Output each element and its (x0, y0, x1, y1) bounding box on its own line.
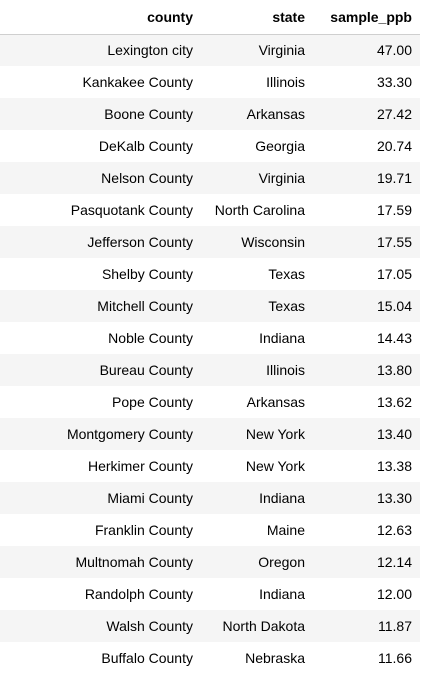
table-row: Bureau County Illinois 13.80 (0, 354, 420, 386)
dataframe-output: county state sample_ppb Lexington city Vi… (0, 2, 427, 674)
cell-sample-ppb: 11.87 (313, 610, 420, 642)
cell-sample-ppb: 33.30 (313, 66, 420, 98)
cell-county: Multnomah County (0, 546, 201, 578)
cell-sample-ppb: 20.74 (313, 130, 420, 162)
cell-county: Miami County (0, 482, 201, 514)
cell-sample-ppb: 13.62 (313, 386, 420, 418)
table-row: Pasquotank County North Carolina 17.59 (0, 194, 420, 226)
table-row: Multnomah County Oregon 12.14 (0, 546, 420, 578)
cell-county: Kankakee County (0, 66, 201, 98)
cell-county: DeKalb County (0, 130, 201, 162)
cell-county: Herkimer County (0, 450, 201, 482)
cell-state: Indiana (201, 578, 313, 610)
cell-state: Indiana (201, 482, 313, 514)
cell-sample-ppb: 13.30 (313, 482, 420, 514)
cell-state: North Dakota (201, 610, 313, 642)
table-header: county state sample_ppb (0, 2, 420, 35)
table-row: Mitchell County Texas 15.04 (0, 290, 420, 322)
column-header-state: state (201, 2, 313, 35)
cell-state: Arkansas (201, 386, 313, 418)
cell-county: Jefferson County (0, 226, 201, 258)
cell-state: New York (201, 418, 313, 450)
cell-state: Nebraska (201, 642, 313, 674)
cell-sample-ppb: 27.42 (313, 98, 420, 130)
cell-sample-ppb: 17.55 (313, 226, 420, 258)
cell-state: Maine (201, 514, 313, 546)
cell-sample-ppb: 47.00 (313, 34, 420, 66)
cell-state: Arkansas (201, 98, 313, 130)
cell-state: North Carolina (201, 194, 313, 226)
cell-county: Lexington city (0, 34, 201, 66)
table-row: Herkimer County New York 13.38 (0, 450, 420, 482)
table-row: Franklin County Maine 12.63 (0, 514, 420, 546)
table-row: Boone County Arkansas 27.42 (0, 98, 420, 130)
table-row: Jefferson County Wisconsin 17.55 (0, 226, 420, 258)
cell-sample-ppb: 13.40 (313, 418, 420, 450)
cell-sample-ppb: 13.38 (313, 450, 420, 482)
cell-county: Buffalo County (0, 642, 201, 674)
cell-state: Virginia (201, 34, 313, 66)
cell-county: Bureau County (0, 354, 201, 386)
cell-county: Nelson County (0, 162, 201, 194)
cell-sample-ppb: 12.14 (313, 546, 420, 578)
cell-sample-ppb: 11.66 (313, 642, 420, 674)
table-row: Lexington city Virginia 47.00 (0, 34, 420, 66)
cell-county: Montgomery County (0, 418, 201, 450)
column-header-county: county (0, 2, 201, 35)
cell-state: New York (201, 450, 313, 482)
cell-county: Shelby County (0, 258, 201, 290)
cell-sample-ppb: 12.00 (313, 578, 420, 610)
table-row: DeKalb County Georgia 20.74 (0, 130, 420, 162)
cell-county: Pope County (0, 386, 201, 418)
cell-county: Noble County (0, 322, 201, 354)
cell-state: Oregon (201, 546, 313, 578)
data-table: county state sample_ppb Lexington city Vi… (0, 2, 420, 674)
table-row: Miami County Indiana 13.30 (0, 482, 420, 514)
cell-state: Texas (201, 290, 313, 322)
table-row: Walsh County North Dakota 11.87 (0, 610, 420, 642)
table-row: Noble County Indiana 14.43 (0, 322, 420, 354)
cell-sample-ppb: 14.43 (313, 322, 420, 354)
cell-state: Georgia (201, 130, 313, 162)
cell-sample-ppb: 19.71 (313, 162, 420, 194)
cell-sample-ppb: 12.63 (313, 514, 420, 546)
cell-state: Wisconsin (201, 226, 313, 258)
cell-sample-ppb: 17.05 (313, 258, 420, 290)
cell-state: Virginia (201, 162, 313, 194)
cell-county: Mitchell County (0, 290, 201, 322)
cell-sample-ppb: 15.04 (313, 290, 420, 322)
table-row: Randolph County Indiana 12.00 (0, 578, 420, 610)
table-row: Nelson County Virginia 19.71 (0, 162, 420, 194)
cell-state: Illinois (201, 354, 313, 386)
cell-state: Illinois (201, 66, 313, 98)
table-body: Lexington city Virginia 47.00 Kankakee Coun… (0, 34, 420, 674)
table-row: Montgomery County New York 13.40 (0, 418, 420, 450)
cell-county: Boone County (0, 98, 201, 130)
cell-county: Franklin County (0, 514, 201, 546)
cell-county: Randolph County (0, 578, 201, 610)
table-row: Shelby County Texas 17.05 (0, 258, 420, 290)
cell-county: Walsh County (0, 610, 201, 642)
cell-sample-ppb: 17.59 (313, 194, 420, 226)
table-row: Kankakee County Illinois 33.30 (0, 66, 420, 98)
header-row: county state sample_ppb (0, 2, 420, 35)
cell-state: Texas (201, 258, 313, 290)
cell-sample-ppb: 13.80 (313, 354, 420, 386)
table-row: Pope County Arkansas 13.62 (0, 386, 420, 418)
cell-state: Indiana (201, 322, 313, 354)
table-row: Buffalo County Nebraska 11.66 (0, 642, 420, 674)
cell-county: Pasquotank County (0, 194, 201, 226)
column-header-sample-ppb: sample_ppb (313, 2, 420, 35)
